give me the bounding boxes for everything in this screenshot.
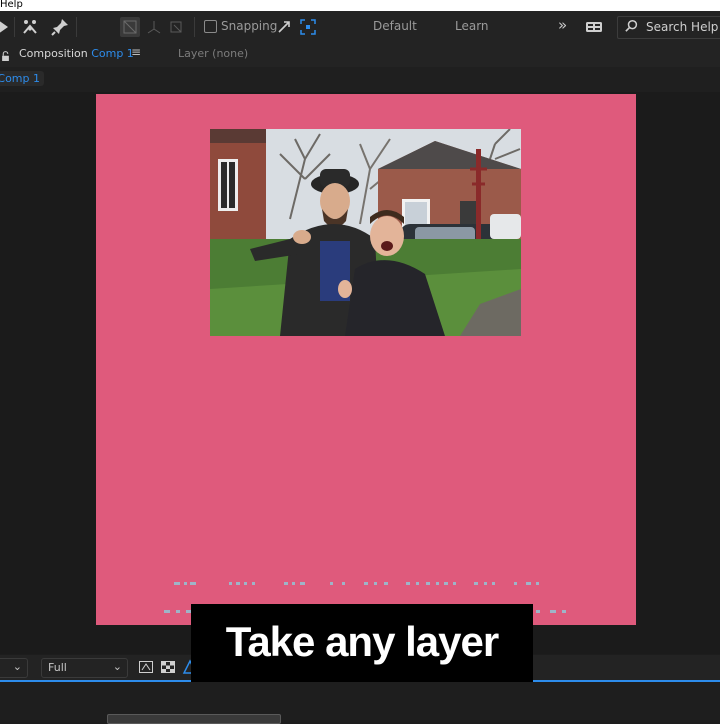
panel-tab-bar: Composition Comp 1 ≡ Layer (none)	[0, 43, 720, 69]
resolution-dropdown[interactable]: Full ⌄	[41, 658, 128, 678]
fast-previews-icon[interactable]	[138, 659, 154, 679]
workspace-overflow-icon[interactable]: »	[558, 16, 567, 34]
snapping-label: Snapping	[221, 19, 278, 33]
search-help-label: Search Help	[646, 20, 719, 34]
magnification-dropdown[interactable]: ⌄	[0, 658, 28, 678]
comp-breadcrumb-chip[interactable]: Comp 1	[0, 71, 44, 86]
caption-overlay: Take any layer	[191, 604, 533, 682]
transparency-grid-icon[interactable]	[160, 659, 176, 679]
chevron-down-icon: ⌄	[112, 660, 122, 673]
workspace-default-tab[interactable]: Default	[373, 19, 417, 33]
tab-layer[interactable]: Layer (none)	[178, 47, 248, 60]
pin-tool-icon[interactable]	[50, 17, 70, 37]
toolbar-divider	[194, 17, 195, 37]
composition-viewer[interactable]	[0, 92, 720, 654]
play-arrow-icon[interactable]	[0, 17, 14, 37]
caption-text: Take any layer	[225, 618, 499, 665]
composition-canvas[interactable]	[96, 94, 636, 625]
workspace-learn-tab[interactable]: Learn	[455, 19, 489, 33]
tab-composition[interactable]: Composition Comp 1 ≡	[0, 43, 142, 69]
puppet-pin-tool-icon[interactable]	[20, 17, 40, 37]
snap-target-icon[interactable]	[298, 17, 318, 37]
chevron-down-icon: ⌄	[12, 660, 22, 673]
toolbar-divider	[76, 17, 77, 37]
search-help-field[interactable]: Search Help	[617, 16, 720, 39]
comp-breadcrumb-label: Comp 1	[0, 72, 40, 85]
local-axis-mode-icon[interactable]	[120, 17, 140, 37]
timeline-navigator[interactable]	[107, 714, 281, 724]
search-icon	[624, 19, 639, 38]
view-axis-mode-icon[interactable]	[166, 17, 186, 37]
panel-menu-icon[interactable]: ≡	[131, 45, 141, 59]
menu-help[interactable]: Help	[0, 0, 23, 10]
tab-composition-comp-name: Comp 1	[91, 47, 134, 60]
timeline-panel	[0, 680, 720, 724]
world-axis-mode-icon[interactable]	[144, 17, 164, 37]
lock-icon[interactable]	[1, 47, 10, 66]
toolbar: Snapping Default Learn » Search Help	[0, 11, 720, 44]
tab-composition-label: Composition Comp 1	[19, 47, 134, 60]
snapping-checkbox[interactable]	[204, 20, 217, 33]
resolution-value: Full	[48, 661, 67, 674]
toolbar-divider	[14, 17, 15, 37]
menubar: Help	[0, 0, 720, 11]
photo-layer-image[interactable]	[210, 129, 521, 336]
workspace-panels-icon[interactable]	[584, 17, 604, 37]
text-layer-fragment	[174, 572, 558, 585]
snap-expand-icon[interactable]	[274, 17, 294, 37]
comp-breadcrumb-row: Comp 1	[0, 67, 720, 92]
